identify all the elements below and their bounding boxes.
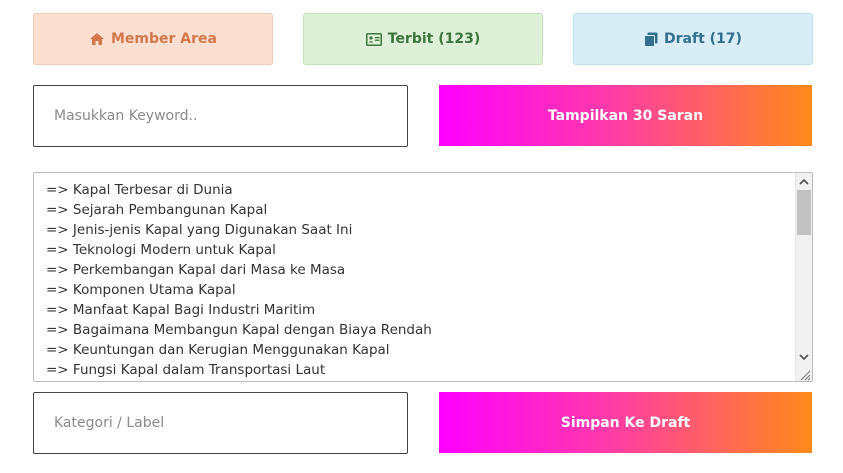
id-card-icon [365,32,382,46]
home-icon [89,32,105,46]
terbit-label: Terbit (123) [387,31,481,47]
resize-grip-icon[interactable] [797,366,811,381]
suggestion-line: => Fungsi Kapal dalam Transportasi Laut [46,362,326,378]
save-to-draft-button[interactable]: Simpan Ke Draft [439,392,812,453]
scroll-up-arrow-icon[interactable] [796,173,812,189]
suggestion-line: => Bagaimana Membangun Kapal dengan Biay… [46,322,432,338]
suggestion-line: => Kapal Terbesar di Dunia [46,182,233,198]
suggestion-line: => Komponen Utama Kapal [46,282,236,298]
suggestions-textarea[interactable]: => Kapal Terbesar di Dunia => Sejarah Pem… [33,172,813,382]
suggestion-line: => Teknologi Modern untuk Kapal [46,242,276,258]
scrollbar[interactable] [795,173,812,381]
suggestion-line: => Jenis-jenis Kapal yang Digunakan Saat… [46,222,353,238]
member-area-button[interactable]: Member Area [33,13,273,65]
suggestion-line: => Manfaat Kapal Bagi Industri Maritim [46,302,316,318]
draft-button[interactable]: Draft (17) [573,13,813,65]
show-suggestions-button[interactable]: Tampilkan 30 Saran [439,85,812,146]
terbit-button[interactable]: Terbit (123) [303,13,543,65]
member-area-label: Member Area [111,31,217,47]
keyword-input[interactable] [33,85,408,147]
suggestion-line: => Perkembangan Kapal dari Masa ke Masa [46,262,346,278]
scroll-thumb[interactable] [797,190,811,235]
suggestion-line: => Keuntungan dan Kerugian Menggunakan K… [46,342,390,358]
copy-icon [644,32,658,47]
suggestion-line: => Sejarah Pembangunan Kapal [46,202,268,218]
category-input[interactable] [33,392,408,454]
page-root: Member Area Terbit (123) Draft (17) Tamp… [0,0,843,473]
suggestions-list: => Kapal Terbesar di Dunia => Sejarah Pem… [46,180,432,380]
scroll-down-arrow-icon[interactable] [796,349,812,365]
draft-label: Draft (17) [664,31,742,47]
